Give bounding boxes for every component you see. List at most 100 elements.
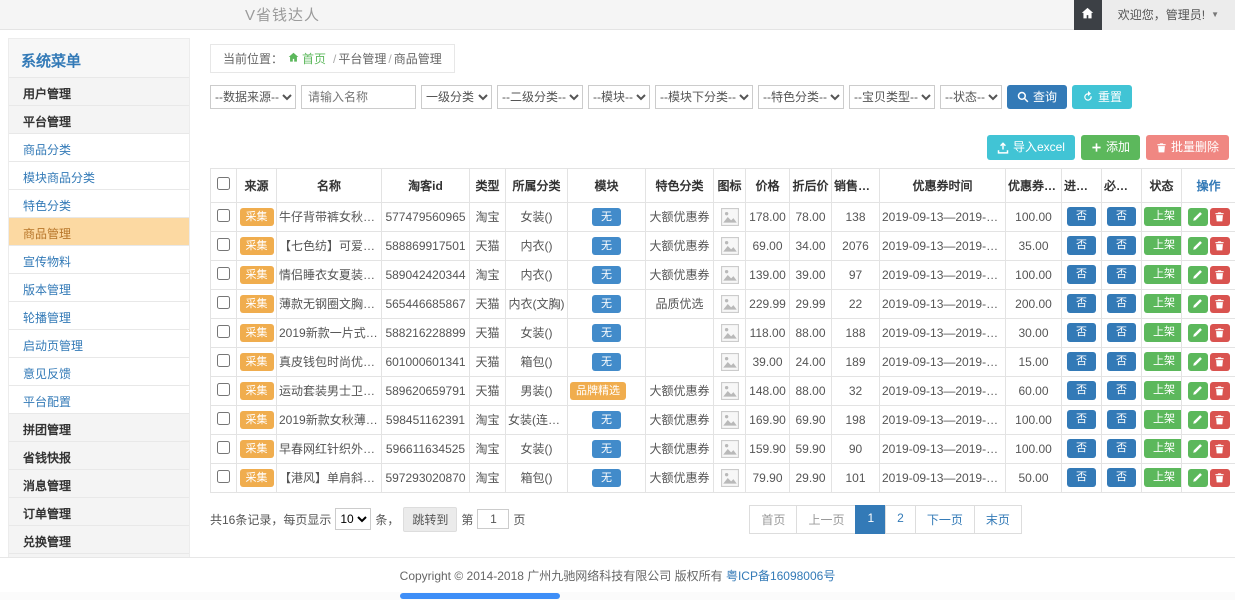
horizontal-scrollbar[interactable] xyxy=(0,592,1235,600)
delete-button[interactable] xyxy=(1210,411,1230,429)
delete-button[interactable] xyxy=(1210,469,1230,487)
sidebar-item-platform-config[interactable]: 平台配置 xyxy=(9,385,189,413)
pager-page-2[interactable]: 2 xyxy=(885,505,916,534)
sidebar-item-exchange-mgmt[interactable]: 兑换管理 xyxy=(9,525,189,553)
filter-select-module[interactable]: --模块-- xyxy=(588,85,650,109)
delete-button[interactable] xyxy=(1210,382,1230,400)
pager-page-1[interactable]: 1 xyxy=(855,505,886,534)
pager-first[interactable]: 首页 xyxy=(749,505,797,534)
filter-select-category-level1[interactable]: 一级分类 xyxy=(421,85,492,109)
sidebar-item-order-mgmt[interactable]: 订单管理 xyxy=(9,497,189,525)
filter-select-item-type[interactable]: --宝贝类型-- xyxy=(849,85,935,109)
per-page-select[interactable]: 10 xyxy=(335,508,371,530)
edit-button[interactable] xyxy=(1188,266,1208,284)
filter-select-module-subcategory[interactable]: --模块下分类-- xyxy=(655,85,753,109)
sidebar-item-platform-mgmt[interactable]: 平台管理 xyxy=(9,105,189,133)
status-button[interactable]: 上架 xyxy=(1144,265,1182,284)
import-select-toggle[interactable]: 否 xyxy=(1067,439,1096,458)
status-button[interactable]: 上架 xyxy=(1144,439,1182,458)
import-select-toggle[interactable]: 否 xyxy=(1067,236,1096,255)
delete-button[interactable] xyxy=(1210,237,1230,255)
edit-button[interactable] xyxy=(1188,440,1208,458)
import-select-toggle[interactable]: 否 xyxy=(1067,265,1096,284)
sidebar-item-saving-news[interactable]: 省钱快报 xyxy=(9,441,189,469)
home-button[interactable] xyxy=(1074,0,1102,30)
import-select-toggle[interactable]: 否 xyxy=(1067,352,1096,371)
sidebar-item-message-mgmt[interactable]: 消息管理 xyxy=(9,469,189,497)
import-excel-button[interactable]: 导入excel xyxy=(987,135,1075,159)
must-buy-toggle[interactable]: 否 xyxy=(1107,410,1136,429)
user-menu[interactable]: 欢迎您，管理员! ▼ xyxy=(1102,0,1235,30)
name-search-input[interactable] xyxy=(301,85,416,109)
reset-button[interactable]: 重置 xyxy=(1072,85,1132,109)
row-checkbox[interactable] xyxy=(217,412,230,425)
edit-button[interactable] xyxy=(1188,237,1208,255)
pager-last[interactable]: 末页 xyxy=(974,505,1022,534)
import-select-toggle[interactable]: 否 xyxy=(1067,410,1096,429)
status-button[interactable]: 上架 xyxy=(1144,207,1182,226)
search-button[interactable]: 查询 xyxy=(1007,85,1067,109)
must-buy-toggle[interactable]: 否 xyxy=(1107,468,1136,487)
delete-button[interactable] xyxy=(1210,353,1230,371)
sidebar-item-product-category[interactable]: 商品分类 xyxy=(9,133,189,161)
edit-button[interactable] xyxy=(1188,382,1208,400)
row-checkbox[interactable] xyxy=(217,238,230,251)
sidebar-item-product-mgmt[interactable]: 商品管理 xyxy=(9,217,189,245)
import-select-toggle[interactable]: 否 xyxy=(1067,323,1096,342)
edit-button[interactable] xyxy=(1188,469,1208,487)
breadcrumb-item[interactable]: 商品管理 xyxy=(394,52,442,66)
delete-button[interactable] xyxy=(1210,440,1230,458)
status-button[interactable]: 上架 xyxy=(1144,323,1182,342)
delete-button[interactable] xyxy=(1210,208,1230,226)
status-button[interactable]: 上架 xyxy=(1144,352,1182,371)
status-button[interactable]: 上架 xyxy=(1144,294,1182,313)
filter-select-data-source[interactable]: --数据来源-- xyxy=(210,85,296,109)
pager-next[interactable]: 下一页 xyxy=(915,505,975,534)
must-buy-toggle[interactable]: 否 xyxy=(1107,439,1136,458)
sidebar-item-splash-mgmt[interactable]: 启动页管理 xyxy=(9,329,189,357)
edit-button[interactable] xyxy=(1188,208,1208,226)
icp-link[interactable]: 粤ICP备16098006号 xyxy=(726,569,835,583)
filter-select-feature-category[interactable]: --特色分类-- xyxy=(758,85,844,109)
status-button[interactable]: 上架 xyxy=(1144,381,1182,400)
add-button[interactable]: 添加 xyxy=(1081,135,1140,159)
row-checkbox[interactable] xyxy=(217,209,230,222)
row-checkbox[interactable] xyxy=(217,441,230,454)
delete-button[interactable] xyxy=(1210,295,1230,313)
scrollbar-thumb[interactable] xyxy=(400,593,560,599)
must-buy-toggle[interactable]: 否 xyxy=(1107,381,1136,400)
sidebar-item-version-mgmt[interactable]: 版本管理 xyxy=(9,273,189,301)
import-select-toggle[interactable]: 否 xyxy=(1067,294,1096,313)
edit-button[interactable] xyxy=(1188,411,1208,429)
must-buy-toggle[interactable]: 否 xyxy=(1107,352,1136,371)
row-checkbox[interactable] xyxy=(217,470,230,483)
sidebar-item-feedback[interactable]: 意见反馈 xyxy=(9,357,189,385)
delete-button[interactable] xyxy=(1210,266,1230,284)
sidebar-item-feature-category[interactable]: 特色分类 xyxy=(9,189,189,217)
status-button[interactable]: 上架 xyxy=(1144,410,1182,429)
breadcrumb-item[interactable]: 平台管理 xyxy=(338,52,386,66)
status-button[interactable]: 上架 xyxy=(1144,468,1182,487)
import-select-toggle[interactable]: 否 xyxy=(1067,207,1096,226)
edit-button[interactable] xyxy=(1188,324,1208,342)
import-select-toggle[interactable]: 否 xyxy=(1067,381,1096,400)
jump-button[interactable]: 跳转到 xyxy=(403,507,457,532)
sidebar-item-promo-materials[interactable]: 宣传物料 xyxy=(9,245,189,273)
row-checkbox[interactable] xyxy=(217,383,230,396)
sidebar-item-module-product-category[interactable]: 模块商品分类 xyxy=(9,161,189,189)
page-number-input[interactable] xyxy=(477,509,509,529)
must-buy-toggle[interactable]: 否 xyxy=(1107,236,1136,255)
pager-prev[interactable]: 上一页 xyxy=(796,505,856,534)
breadcrumb-home[interactable]: 首页 xyxy=(288,50,326,67)
row-checkbox[interactable] xyxy=(217,296,230,309)
row-checkbox[interactable] xyxy=(217,325,230,338)
edit-button[interactable] xyxy=(1188,295,1208,313)
row-checkbox[interactable] xyxy=(217,354,230,367)
batch-delete-button[interactable]: 批量删除 xyxy=(1146,135,1229,159)
sidebar-item-carousel-mgmt[interactable]: 轮播管理 xyxy=(9,301,189,329)
import-select-toggle[interactable]: 否 xyxy=(1067,468,1096,487)
must-buy-toggle[interactable]: 否 xyxy=(1107,294,1136,313)
must-buy-toggle[interactable]: 否 xyxy=(1107,265,1136,284)
sidebar-item-user-mgmt[interactable]: 用户管理 xyxy=(9,77,189,105)
status-button[interactable]: 上架 xyxy=(1144,236,1182,255)
